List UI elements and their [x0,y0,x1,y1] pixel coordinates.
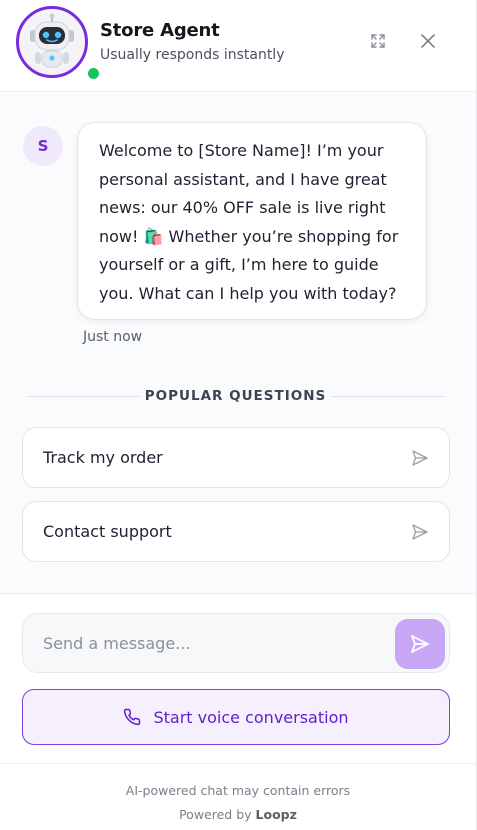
popular-questions-title: POPULAR QUESTIONS [144,388,327,404]
send-icon [412,524,428,540]
start-voice-label: Start voice conversation [153,707,349,727]
quick-question-track-order[interactable]: Track my order [22,427,450,488]
phone-icon [124,708,141,726]
quick-question-label: Track my order [43,448,163,467]
divider [332,396,445,397]
composer-area: Start voice conversation [0,593,476,763]
powered-by-prefix: Powered by [179,807,256,822]
bot-message-bubble: Welcome to [Store Name]! I’m your person… [77,122,427,320]
close-icon [421,34,435,48]
brand-link[interactable]: Loopz [256,807,297,822]
bot-avatar: S [23,126,63,166]
start-voice-button[interactable]: Start voice conversation [22,689,450,745]
send-icon [412,450,428,466]
expand-button[interactable] [365,28,391,54]
send-button[interactable] [395,619,445,669]
message-input[interactable] [43,614,383,672]
chat-widget: Store Agent Usually responds instantly S… [0,0,477,830]
chat-header: Store Agent Usually responds instantly [0,0,476,92]
robot-icon [30,13,74,68]
ai-disclaimer: AI-powered chat may contain errors [125,783,351,798]
message-list[interactable]: S Welcome to [Store Name]! I’m your pers… [0,93,476,593]
message-timestamp: Just now [83,329,143,345]
close-button[interactable] [415,28,441,54]
agent-status: Usually responds instantly [100,47,285,63]
chat-footer: AI-powered chat may contain errors Power… [0,763,476,830]
agent-avatar [16,6,102,82]
expand-icon [371,34,385,48]
agent-name: Store Agent [100,20,220,41]
online-status-indicator [85,65,102,82]
divider [27,396,139,397]
send-icon [411,635,429,653]
powered-by: Powered by Loopz [0,807,476,822]
message-input-container [22,613,450,673]
quick-question-label: Contact support [43,522,172,541]
quick-question-contact-support[interactable]: Contact support [22,501,450,562]
